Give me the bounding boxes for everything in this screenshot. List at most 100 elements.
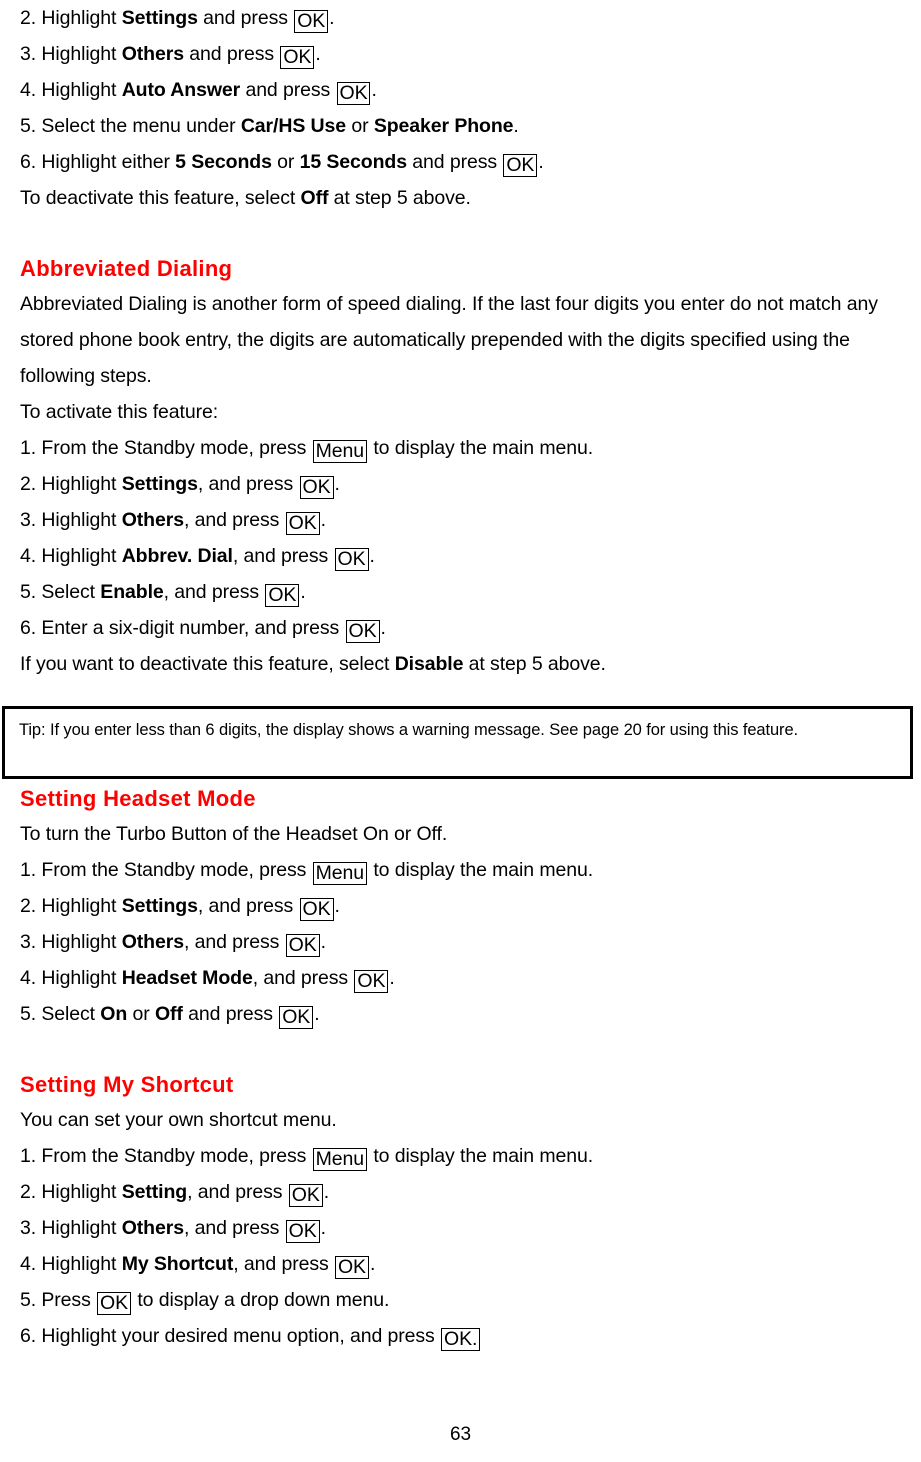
abbrev-step-4: 4. Highlight Abbrev. Dial, and press OK.: [20, 538, 910, 574]
step-text-post: to display the main menu.: [368, 859, 594, 881]
abbreviated-dialing-activate-label: To activate this feature:: [20, 401, 219, 423]
step-text-pre: 4. Highlight: [20, 1253, 122, 1275]
menu-key-box[interactable]: Menu: [312, 440, 367, 463]
headset-mode-intro: To turn the Turbo Button of the Headset …: [20, 823, 448, 845]
ok-key-box[interactable]: OK: [294, 10, 329, 33]
step-text-pre: 5. Select: [20, 581, 101, 603]
step-bold-term: Others: [121, 43, 184, 65]
ok-key-box[interactable]: OK.: [441, 1328, 481, 1351]
shortcut-step-4: 4. Highlight My Shortcut, and press OK.: [20, 1246, 910, 1282]
step-text-mid-2: and press: [182, 1003, 279, 1025]
step-text-mid: or: [127, 1003, 155, 1025]
shortcut-step-5: 5. Press OK to display a drop down menu.: [20, 1282, 910, 1318]
shortcut-step-3: 3. Highlight Others, and press OK.: [20, 1210, 910, 1246]
ok-key-box[interactable]: OK: [285, 1220, 320, 1243]
step-text-post: .: [314, 1003, 320, 1025]
step-text-mid: , and press: [183, 509, 285, 531]
step-text-mid: , and press: [163, 581, 265, 603]
step-bold-term: On: [100, 1003, 128, 1025]
ok-key-box[interactable]: OK: [265, 584, 300, 607]
abbrev-step-6: 6. Enter a six-digit number, and press O…: [20, 610, 910, 646]
note-bold-term: Disable: [394, 653, 464, 675]
ok-key-box[interactable]: OK: [299, 476, 334, 499]
step-text-post: to display a drop down menu.: [132, 1289, 390, 1311]
ok-key-box[interactable]: OK: [280, 46, 315, 69]
manual-page: 2. Highlight Settings and press OK. 3. H…: [0, 0, 921, 1462]
step-text-post: .: [369, 545, 375, 567]
step-text-mid: , and press: [197, 473, 299, 495]
step-text-pre: 4. Highlight: [20, 545, 122, 567]
ok-key-box[interactable]: OK: [336, 82, 371, 105]
step-bold-term: Headset Mode: [121, 967, 253, 989]
ok-key-box[interactable]: OK: [285, 934, 320, 957]
headset-step-1: 1. From the Standby mode, press Menu to …: [20, 852, 910, 888]
step-text-pre: 2. Highlight: [20, 1181, 122, 1203]
menu-key-box[interactable]: Menu: [312, 862, 367, 885]
step-text-pre: 3. Highlight: [20, 509, 122, 531]
step-bold-term-2: 15 Seconds: [299, 151, 407, 173]
step-text-pre: 3. Highlight: [20, 43, 122, 65]
tip-callout-box: Tip: If you enter less than 6 digits, th…: [2, 706, 913, 779]
heading-setting-my-shortcut: Setting My Shortcut: [20, 1072, 234, 1097]
ok-key-box[interactable]: OK: [285, 512, 320, 535]
step-text-pre: 5. Select: [20, 1003, 101, 1025]
page-content: 2. Highlight Settings and press OK. 3. H…: [20, 0, 910, 1354]
auto-answer-step-2: 2. Highlight Settings and press OK.: [20, 0, 910, 36]
menu-key-box[interactable]: Menu: [312, 1148, 367, 1171]
step-text-pre: 2. Highlight: [20, 7, 122, 29]
step-text-post: .: [380, 617, 386, 639]
auto-answer-deactivate-note: To deactivate this feature, select Off a…: [20, 180, 910, 216]
shortcut-step-6: 6. Highlight your desired menu option, a…: [20, 1318, 910, 1354]
step-text-mid: , and press: [232, 545, 334, 567]
abbrev-step-5: 5. Select Enable, and press OK.: [20, 574, 910, 610]
step-text-mid: , and press: [187, 1181, 288, 1203]
heading-abbreviated-dialing: Abbreviated Dialing: [20, 256, 233, 281]
step-bold-term: Others: [121, 931, 184, 953]
step-text-post: .: [320, 931, 326, 953]
page-number: 63: [450, 1424, 471, 1445]
step-text-mid: and press: [197, 7, 294, 29]
step-bold-term: Abbrev. Dial: [121, 545, 233, 567]
step-text-mid: , and press: [197, 895, 299, 917]
step-text-post: to display the main menu.: [368, 1145, 594, 1167]
step-text-pre: 6. Highlight your desired menu option, a…: [20, 1325, 441, 1347]
step-text-mid: and press: [240, 79, 336, 101]
step-text-pre: 3. Highlight: [20, 1217, 122, 1239]
step-bold-term: Settings: [121, 473, 198, 495]
ok-key-box[interactable]: OK: [354, 970, 389, 993]
tip-callout-text: Tip: If you enter less than 6 digits, th…: [19, 721, 799, 739]
note-text-post: at step 5 above.: [463, 653, 606, 675]
step-text-pre: 6. Highlight either: [20, 151, 176, 173]
step-text-post: to display the main menu.: [368, 437, 594, 459]
step-text-mid: or: [271, 151, 300, 173]
step-text-post: .: [513, 115, 519, 137]
step-bold-term: Settings: [121, 7, 198, 29]
step-bold-term: Car/HS Use: [240, 115, 347, 137]
heading-setting-headset-mode: Setting Headset Mode: [20, 786, 256, 811]
ok-key-box[interactable]: OK: [503, 154, 538, 177]
step-text-mid: , and press: [252, 967, 354, 989]
step-bold-term: Auto Answer: [121, 79, 241, 101]
note-text-post: at step 5 above.: [328, 187, 471, 209]
ok-key-box[interactable]: OK: [334, 1256, 369, 1279]
step-text-post: .: [329, 7, 335, 29]
auto-answer-step-3: 3. Highlight Others and press OK.: [20, 36, 910, 72]
ok-key-box[interactable]: OK: [345, 620, 380, 643]
ok-key-box[interactable]: OK: [288, 1184, 323, 1207]
abbrev-step-2: 2. Highlight Settings, and press OK.: [20, 466, 910, 502]
step-text-pre: 5. Select the menu under: [20, 115, 241, 137]
ok-key-box[interactable]: OK: [334, 548, 369, 571]
abbreviated-dialing-intro: Abbreviated Dialing is another form of s…: [20, 293, 878, 387]
headset-step-5: 5. Select On or Off and press OK.: [20, 996, 910, 1032]
step-bold-term: Setting: [121, 1181, 188, 1203]
ok-key-box[interactable]: OK: [97, 1292, 132, 1315]
step-bold-term: My Shortcut: [121, 1253, 234, 1275]
abbrev-deactivate-note: If you want to deactivate this feature, …: [20, 646, 910, 682]
ok-key-box[interactable]: OK: [279, 1006, 314, 1029]
ok-key-box[interactable]: OK: [299, 898, 334, 921]
step-bold-term-2: Off: [154, 1003, 183, 1025]
step-bold-term-2: Speaker Phone: [373, 115, 514, 137]
step-text-mid: , and press: [183, 931, 285, 953]
